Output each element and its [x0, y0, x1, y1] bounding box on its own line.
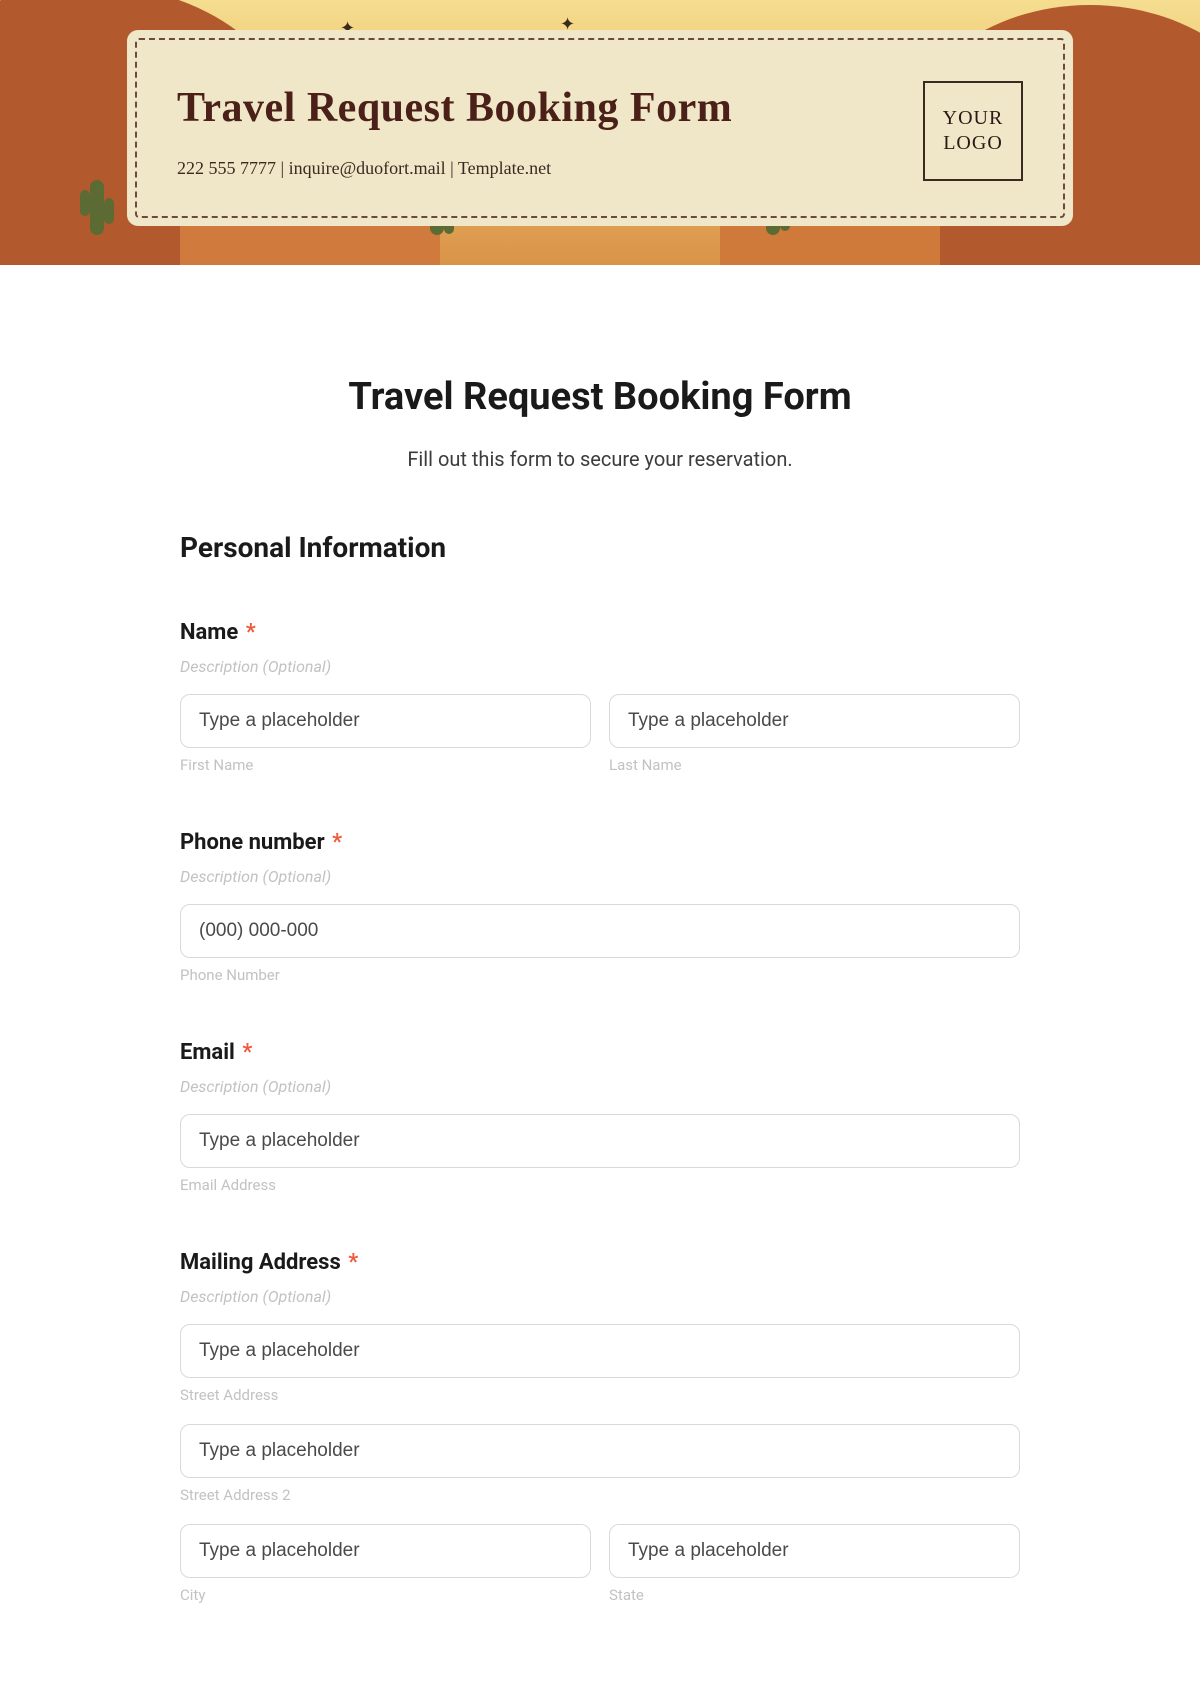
- field-name: Name * Description (Optional) First Name…: [180, 620, 1020, 774]
- sublabel-city: City: [180, 1586, 591, 1604]
- field-description: Description (Optional): [180, 867, 1020, 886]
- state-input[interactable]: [609, 1524, 1020, 1578]
- label-address-text: Mailing Address: [180, 1250, 341, 1275]
- required-mark: *: [348, 1250, 358, 1275]
- label-name-text: Name: [180, 620, 238, 645]
- required-mark: *: [332, 830, 342, 855]
- sublabel-street2: Street Address 2: [180, 1486, 1020, 1504]
- label-email-text: Email: [180, 1040, 235, 1065]
- field-description: Description (Optional): [180, 1287, 1020, 1306]
- field-phone: Phone number * Description (Optional) Ph…: [180, 830, 1020, 984]
- label-name: Name *: [180, 620, 1020, 645]
- banner-contact: 222 555 7777 | inquire@duofort.mail | Te…: [177, 158, 923, 179]
- field-description: Description (Optional): [180, 657, 1020, 676]
- form-container: Travel Request Booking Form Fill out thi…: [160, 375, 1040, 1604]
- hero-banner: ✦ ✦ ✦ Travel Request Booking Form 222 55…: [0, 0, 1200, 265]
- email-input[interactable]: [180, 1114, 1020, 1168]
- field-address: Mailing Address * Description (Optional)…: [180, 1250, 1020, 1604]
- sublabel-email: Email Address: [180, 1176, 1020, 1194]
- field-email: Email * Description (Optional) Email Add…: [180, 1040, 1020, 1194]
- last-name-input[interactable]: [609, 694, 1020, 748]
- street2-input[interactable]: [180, 1424, 1020, 1478]
- section-heading-personal: Personal Information: [180, 531, 1020, 564]
- sublabel-first-name: First Name: [180, 756, 591, 774]
- page-title: Travel Request Booking Form: [180, 375, 1020, 419]
- logo-placeholder: YOUR LOGO: [923, 81, 1023, 181]
- sublabel-last-name: Last Name: [609, 756, 1020, 774]
- label-email: Email *: [180, 1040, 1020, 1065]
- required-mark: *: [242, 1040, 252, 1065]
- sublabel-phone: Phone Number: [180, 966, 1020, 984]
- banner-text-block: Travel Request Booking Form 222 555 7777…: [177, 84, 923, 179]
- label-phone: Phone number *: [180, 830, 1020, 855]
- label-address: Mailing Address *: [180, 1250, 1020, 1275]
- label-phone-text: Phone number: [180, 830, 325, 855]
- sublabel-state: State: [609, 1586, 1020, 1604]
- bird-icon: ✦: [340, 18, 355, 39]
- banner-title: Travel Request Booking Form: [177, 84, 923, 132]
- street1-input[interactable]: [180, 1324, 1020, 1378]
- city-input[interactable]: [180, 1524, 591, 1578]
- field-description: Description (Optional): [180, 1077, 1020, 1096]
- required-mark: *: [246, 620, 256, 645]
- first-name-input[interactable]: [180, 694, 591, 748]
- page-subtitle: Fill out this form to secure your reserv…: [180, 447, 1020, 471]
- bird-icon: ✦: [560, 14, 575, 35]
- phone-input[interactable]: [180, 904, 1020, 958]
- sublabel-street1: Street Address: [180, 1386, 1020, 1404]
- cactus-icon: [90, 180, 104, 235]
- banner-card: Travel Request Booking Form 222 555 7777…: [135, 38, 1065, 218]
